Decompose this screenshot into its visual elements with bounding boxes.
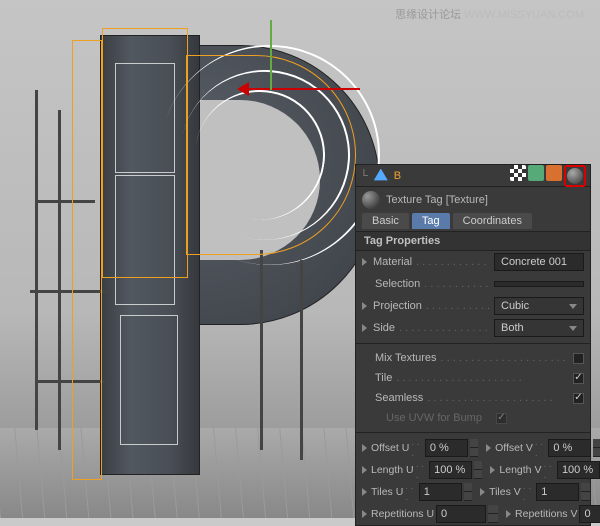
prop-use-uvw: Use UVW for Bump [356, 408, 590, 428]
offset-u-input[interactable]: 0 % [425, 439, 468, 457]
disclosure-icon[interactable] [490, 466, 495, 474]
disclosure-icon[interactable] [362, 444, 367, 452]
disclosure-icon[interactable] [362, 510, 367, 518]
reps-v-input[interactable]: 0 [579, 505, 600, 523]
spin-up[interactable] [470, 439, 478, 448]
disclosure-icon[interactable] [480, 488, 485, 496]
object-header: └ B [356, 165, 590, 187]
prop-seamless: Seamless [356, 388, 590, 408]
disclosure-icon[interactable] [362, 488, 367, 496]
length-v-input[interactable]: 100 % [557, 461, 600, 479]
material-field[interactable]: Concrete 001 [494, 253, 584, 271]
tag-generic-icon[interactable] [528, 165, 544, 181]
projection-dropdown[interactable]: Cubic [494, 297, 584, 315]
spin-up[interactable] [593, 439, 600, 448]
prop-offset: Offset U 0 % Offset V 0 % [356, 437, 590, 459]
tab-basic[interactable]: Basic [362, 213, 409, 229]
tiles-v-input[interactable]: 1 [536, 483, 579, 501]
reps-u-input[interactable]: 0 [436, 505, 486, 523]
prop-projection: Projection Cubic [356, 295, 590, 317]
spin-up[interactable] [488, 505, 498, 514]
spin-down[interactable] [470, 448, 478, 457]
spin-down[interactable] [488, 514, 498, 523]
spin-up[interactable] [474, 461, 482, 470]
gizmo-y-axis[interactable] [270, 20, 272, 90]
prop-tile: Tile [356, 368, 590, 388]
side-dropdown[interactable]: Both [494, 319, 584, 337]
object-type-icon [374, 169, 388, 183]
use-uvw-checkbox [496, 413, 507, 424]
prop-selection: Selection [356, 273, 590, 295]
section-tag-properties: Tag Properties [356, 231, 590, 251]
offset-v-input[interactable]: 0 % [548, 439, 591, 457]
length-u-input[interactable]: 100 % [429, 461, 472, 479]
disclosure-icon[interactable] [506, 510, 511, 518]
seamless-checkbox[interactable] [573, 393, 584, 404]
spin-down[interactable] [581, 492, 589, 501]
mix-textures-checkbox[interactable] [573, 353, 584, 364]
spin-down[interactable] [593, 448, 600, 457]
panel-title-row: Texture Tag [Texture] [356, 187, 590, 213]
disclosure-icon[interactable] [362, 466, 367, 474]
prop-material: Material Concrete 001 [356, 251, 590, 273]
tiles-u-input[interactable]: 1 [419, 483, 462, 501]
prop-side: Side Both [356, 317, 590, 339]
tile-checkbox[interactable] [573, 373, 584, 384]
spin-up[interactable] [464, 483, 472, 492]
disclosure-icon[interactable] [486, 444, 491, 452]
tab-bar: Basic Tag Coordinates [356, 213, 590, 231]
attribute-panel: └ B Texture Tag [Texture] Basic Tag Coor… [355, 164, 591, 526]
prop-mix-textures: Mix Textures [356, 348, 590, 368]
disclosure-icon[interactable] [362, 324, 367, 332]
watermark-top: 思缘设计论坛 WWW.MISSYUAN.COM [395, 6, 584, 22]
spin-down[interactable] [474, 470, 482, 479]
spin-up[interactable] [581, 483, 589, 492]
tag-texture-icon[interactable] [567, 168, 583, 184]
disclosure-icon[interactable] [362, 302, 367, 310]
texture-sphere-icon [362, 191, 380, 209]
selection-field[interactable] [494, 281, 584, 287]
prop-length: Length U 100 % Length V 100 % [356, 459, 590, 481]
panel-title: Texture Tag [Texture] [386, 194, 488, 206]
gizmo-x-axis[interactable] [240, 88, 360, 90]
disclosure-icon[interactable] [362, 258, 367, 266]
object-name[interactable]: B [394, 170, 510, 182]
tag-phong-icon[interactable] [510, 165, 526, 181]
prop-tiles: Tiles U 1 Tiles V 1 [356, 481, 590, 503]
tab-coordinates[interactable]: Coordinates [453, 213, 532, 229]
prop-repetitions: Repetitions U 0 Repetitions V 0 [356, 503, 590, 525]
tab-tag[interactable]: Tag [412, 213, 450, 229]
tag-display-icon[interactable] [546, 165, 562, 181]
spin-down[interactable] [464, 492, 472, 501]
